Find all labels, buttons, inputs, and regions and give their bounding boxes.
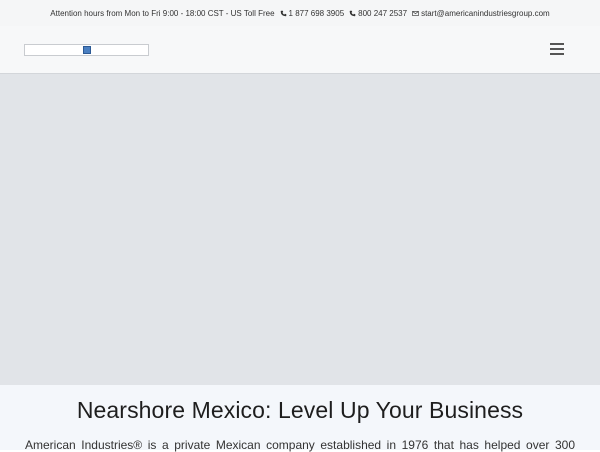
phone-number-2: 800 247 2537 (358, 8, 408, 18)
hamburger-menu-button[interactable] (550, 43, 564, 55)
phone-icon (280, 10, 286, 16)
email-link[interactable]: start@americanindustriesgroup.com (412, 9, 550, 18)
menu-bar (550, 53, 564, 55)
logo[interactable] (24, 44, 149, 56)
phone-link-1[interactable]: 1 877 698 3905 (280, 8, 345, 18)
attention-hours: Attention hours from Mon to Fri 9:00 - 1… (50, 8, 275, 18)
email-address: start@americanindustriesgroup.com (421, 8, 550, 18)
menu-bar (550, 48, 564, 50)
page-title: Nearshore Mexico: Level Up Your Business (76, 397, 524, 423)
main-header (0, 26, 600, 74)
menu-bar (550, 43, 564, 45)
envelope-icon (412, 10, 419, 16)
hero-image-placeholder (0, 74, 600, 385)
broken-image-icon (83, 46, 91, 54)
intro-section: Nearshore Mexico: Level Up Your Business… (0, 385, 600, 452)
phone-icon (349, 10, 356, 16)
phone-link-2[interactable]: 800 247 2537 (349, 9, 407, 18)
phone-number-1: 1 877 698 3905 (288, 8, 345, 18)
top-contact-bar: Attention hours from Mon to Fri 9:00 - 1… (0, 0, 600, 26)
